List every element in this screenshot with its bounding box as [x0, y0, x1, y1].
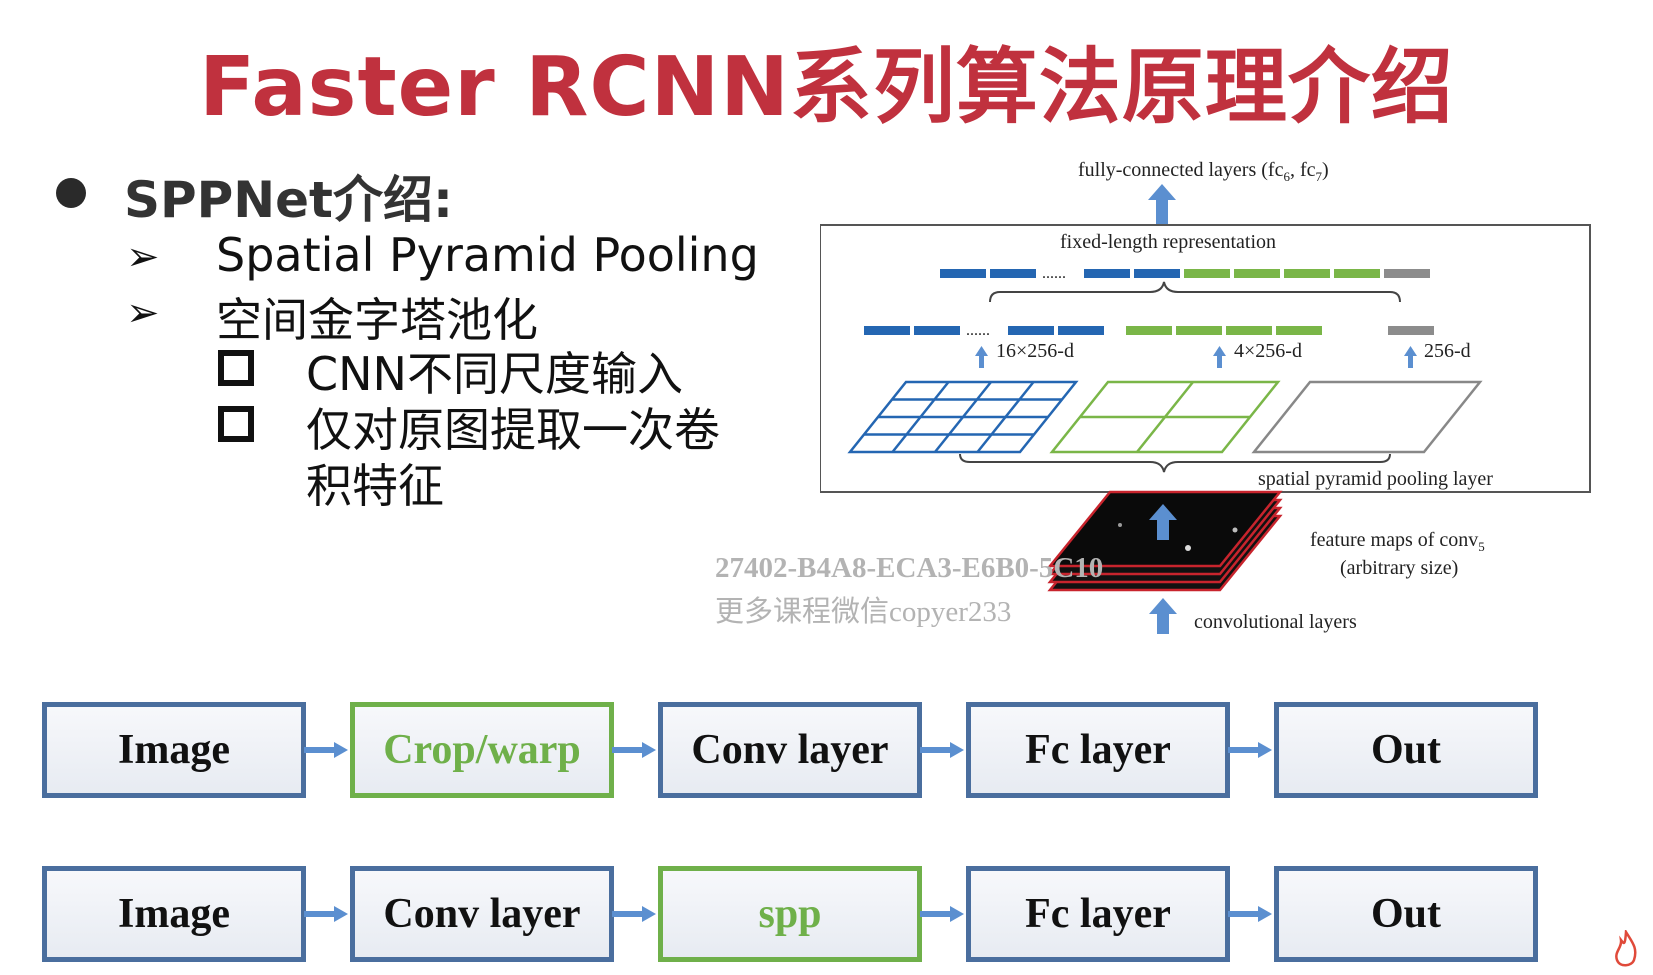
bullet-dot-icon — [56, 178, 86, 208]
right-arrow-icon — [304, 906, 348, 922]
fixed-length-label: fixed-length representation — [1060, 231, 1276, 253]
grid-4x4 — [847, 380, 1079, 454]
pipeline-box: Image — [42, 702, 306, 798]
square-bullet-icon — [218, 350, 254, 386]
up-arrow-icon — [975, 346, 988, 368]
pipeline-box: spp — [658, 866, 922, 962]
right-arrow-icon — [612, 742, 656, 758]
right-arrow-icon — [1228, 906, 1272, 922]
pipeline-box: Crop/warp — [350, 702, 614, 798]
right-arrow-icon — [920, 906, 964, 922]
square-bullet-icon — [218, 406, 254, 442]
list-item-continuation: 积特征 — [306, 459, 444, 513]
pipeline-box: Conv layer — [658, 702, 922, 798]
arrow-bullet-icon: ➢ — [126, 290, 160, 336]
conv-layers-label: convolutional layers — [1194, 611, 1357, 633]
pipeline-box: Fc layer — [966, 702, 1230, 798]
pipeline-box: Out — [1274, 702, 1538, 798]
right-arrow-icon — [304, 742, 348, 758]
feature-maps-label: feature maps of conv5 — [1310, 529, 1485, 554]
pipeline-box: Fc layer — [966, 866, 1230, 962]
up-arrow-icon — [1213, 346, 1226, 368]
up-arrow-icon — [1149, 598, 1177, 634]
grid-1x1 — [1251, 380, 1483, 454]
arbitrary-size-label: (arbitrary size) — [1340, 557, 1458, 579]
right-arrow-icon — [920, 742, 964, 758]
brace-top — [989, 281, 1401, 303]
pipeline-box: Conv layer — [350, 866, 614, 962]
pipeline-box: Out — [1274, 866, 1538, 962]
right-arrow-icon — [612, 906, 656, 922]
svg-text:......: ...... — [966, 322, 990, 339]
grid-2x2 — [1049, 380, 1281, 454]
pipeline-box: Image — [42, 866, 306, 962]
up-arrow-icon — [1148, 184, 1176, 224]
watermark-line: 27402-B4A8-ECA3-E6B0-5C10 — [715, 552, 1104, 584]
bin-label: 16×256-d — [996, 340, 1074, 362]
arrow-bullet-icon: ➢ — [126, 234, 160, 280]
watermark-line: 更多课程微信copyer233 — [715, 596, 1012, 628]
list-item: Spatial Pyramid Pooling — [216, 228, 759, 282]
fc-layers-label: fully-connected layers (fc6, fc7) — [1078, 159, 1329, 184]
spp-layer-label: spatial pyramid pooling layer — [1258, 468, 1493, 490]
slide-title: Faster RCNN系列算法原理介绍 — [199, 40, 1454, 135]
right-arrow-icon — [1228, 742, 1272, 758]
bins-row: ...... — [864, 322, 1434, 339]
section-heading: SPPNet介绍: — [124, 171, 453, 229]
bin-label: 4×256-d — [1234, 340, 1302, 362]
bin-label: 256-d — [1424, 340, 1471, 362]
svg-text:......: ...... — [1042, 265, 1066, 282]
flame-logo-icon — [1615, 930, 1637, 967]
up-arrow-icon — [1404, 346, 1417, 368]
fixed-length-vector: ...... — [940, 265, 1430, 282]
